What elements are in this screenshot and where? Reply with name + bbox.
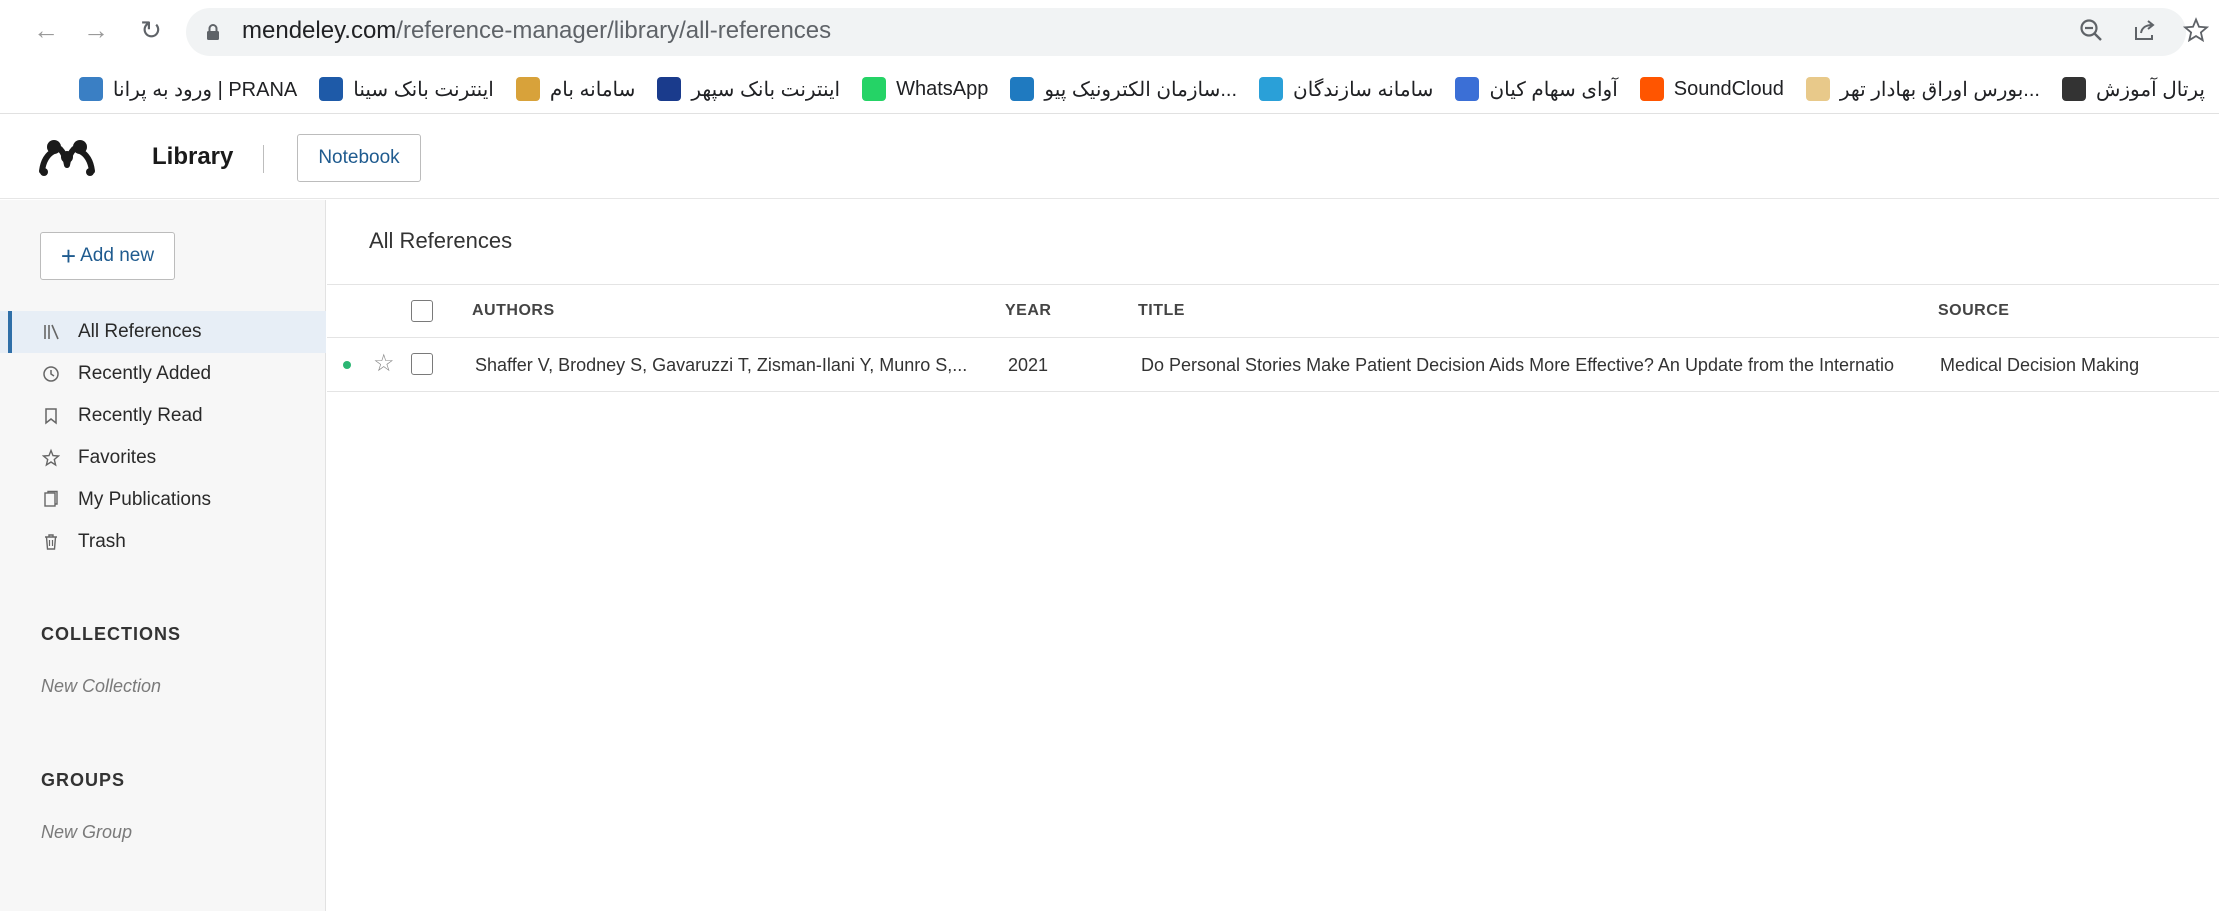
bookmark-item[interactable]: سامانه بام [515,77,636,102]
back-arrow-icon[interactable]: ← [30,14,62,46]
unread-indicator [343,361,351,369]
bookmark-favicon-icon [319,77,344,101]
bookmark-item[interactable]: بورس اوراق بهادار تهر... [1805,77,2040,102]
sidebar-nav: All References Recently Added Recently R… [0,311,326,563]
bookmark-label: WhatsApp [896,77,989,100]
bookmarks-bar: پرتال آموزش بورس اوراق بهادار تهر... Sound… [0,64,2219,114]
bookmark-label: سامانه بام [549,78,636,101]
bookmark-favicon-icon [2061,77,2086,101]
bookmark-label: اینترنت بانک سپهر [691,78,841,101]
bookmark-item[interactable]: سامانه سازندگان [1259,77,1433,102]
forward-arrow-icon[interactable]: → [80,14,112,46]
select-all-checkbox[interactable] [411,300,433,322]
bookmark-favicon-icon [657,77,682,101]
new-group-link[interactable]: New Group [41,822,132,843]
bookmark-star-icon[interactable] [2182,17,2210,50]
url-text[interactable]: mendeley.com/reference-manager/library/a… [242,17,831,45]
sidebar-item-label: Trash [78,531,126,552]
groups-heading: GROUPS [41,770,126,790]
lock-icon [207,24,219,40]
bookmark-label: اینترنت بانک سینا [353,78,494,101]
bookmark-label: بورس اوراق بهادار تهر... [1839,78,2040,101]
bookmark-favicon-icon [1805,77,1830,101]
trash-icon [42,532,60,552]
column-header-authors[interactable]: AUTHORS [472,302,555,320]
favorite-star-icon[interactable]: ☆ [373,350,395,378]
plus-icon: + [60,241,77,271]
bookmark-favicon-icon [1259,77,1284,101]
bookmark-item[interactable]: پرتال آموزش [2061,77,2205,102]
row-checkbox[interactable] [411,353,433,375]
bookmark-favicon-icon [78,77,103,101]
reload-icon[interactable]: ↻ [135,14,167,46]
app-header: Library Notebook [0,115,2219,199]
sidebar-item-label: All References [78,321,202,342]
bookmark-label: آوای سهام کیان [1489,78,1618,101]
add-new-button[interactable]: + Add new [40,232,175,280]
sidebar-item-label: My Publications [78,489,212,510]
bookmark-favicon-icon [515,77,540,101]
bookmark-item[interactable]: اینترنت بانک سپهر [657,77,840,102]
sidebar-item-recently-added[interactable]: Recently Added [0,353,326,395]
sidebar-item-my-publications[interactable]: My Publications [0,479,326,521]
bookmark-icon [42,406,60,426]
bookmark-item[interactable]: ورود به پرانا | PRANA [78,77,298,102]
bookmark-label: سامانه سازندگان [1293,78,1434,101]
column-header-year[interactable]: YEAR [1005,302,1051,320]
collections-heading: COLLECTIONS [41,624,181,644]
notebook-button[interactable]: Notebook [297,134,421,182]
bookmark-label: ورود به پرانا | PRANA [112,78,298,101]
bookmark-label: سازمان الکترونیک پیو... [1044,78,1238,101]
bookmark-favicon-icon [1455,77,1480,101]
row-source: Medical Decision Making [1940,355,2140,375]
browser-toolbar: ← → ↻ mendeley.com/reference-manager/lib… [0,0,2219,64]
row-authors: Shaffer V, Brodney S, Gavaruzzi T, Zisma… [475,355,968,375]
table-row[interactable]: ☆ Shaffer V, Brodney S, Gavaruzzi T, Zis… [327,338,2219,392]
row-year: 2021 [1008,355,1049,375]
row-title: Do Personal Stories Make Patient Decisio… [1141,355,1895,375]
column-header-source[interactable]: SOURCE [1938,302,2009,320]
add-new-label: Add new [80,245,155,266]
sidebar: + Add new All References Recently Added … [0,200,326,911]
sidebar-item-label: Recently Added [78,363,212,384]
bookmarks-list: پرتال آموزش بورس اوراق بهادار تهر... Sound… [78,64,2205,114]
publications-icon [42,490,60,510]
zoom-icon[interactable] [2078,17,2104,50]
library-title: Library [152,143,234,170]
bookmark-label: SoundCloud [1673,77,1784,100]
bookmark-item[interactable]: اینترنت بانک سینا [319,77,494,102]
share-icon[interactable] [2132,17,2158,50]
bookmark-favicon-icon [862,77,887,101]
bookmark-label: پرتال آموزش [2095,78,2205,101]
sidebar-item-all-references[interactable]: All References [0,311,326,353]
bookmark-item[interactable]: WhatsApp [862,77,988,101]
header-divider [263,145,264,173]
sidebar-item-label: Favorites [78,447,157,468]
library-icon [42,322,60,342]
bookmark-item[interactable]: سازمان الکترونیک پیو... [1010,77,1237,102]
page-title: All References [369,228,513,253]
bookmark-item[interactable]: آوای سهام کیان [1455,77,1618,102]
bookmark-favicon-icon [1639,77,1664,101]
sidebar-item-trash[interactable]: Trash [0,521,326,563]
bookmark-item[interactable]: SoundCloud [1639,77,1784,101]
table-header: AUTHORS YEAR TITLE SOURCE [327,284,2219,338]
url-domain: mendeley.com [242,17,397,44]
bookmark-favicon-icon [1010,77,1035,101]
new-collection-link[interactable]: New Collection [41,676,161,697]
column-header-title[interactable]: TITLE [1138,302,1185,320]
sidebar-item-label: Recently Read [78,405,203,426]
sidebar-item-recently-read[interactable]: Recently Read [0,395,326,437]
url-path: /reference-manager/library/all-reference… [396,17,832,44]
clock-icon [42,364,60,384]
star-icon [41,448,61,468]
mendeley-logo-icon[interactable] [38,137,96,177]
sidebar-item-favorites[interactable]: Favorites [0,437,326,479]
